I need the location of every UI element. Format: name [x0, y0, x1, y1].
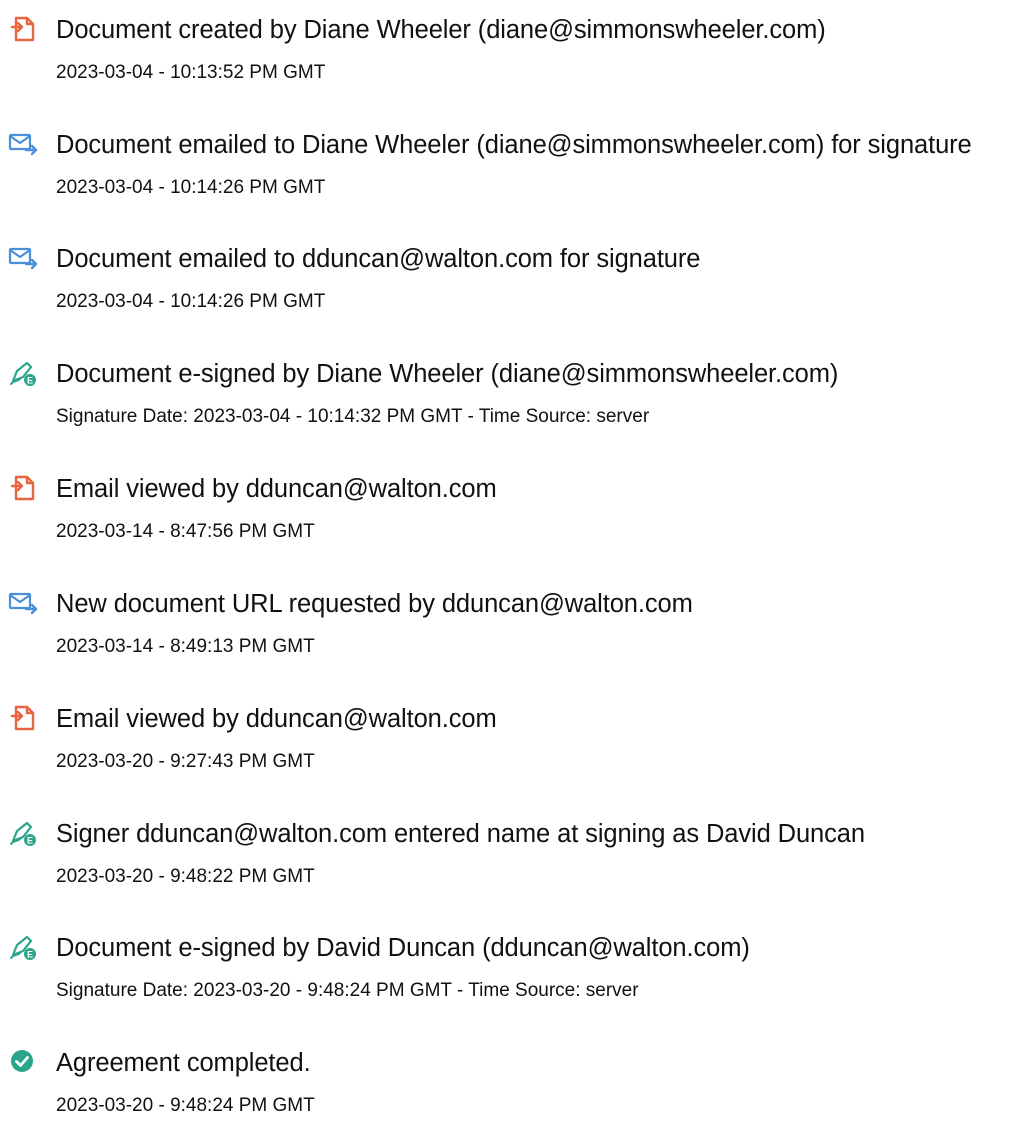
event-title: New document URL requested by dduncan@wa…	[56, 590, 693, 618]
history-event: E Document e-signed by David Duncan (ddu…	[0, 924, 1025, 1024]
history-event: E Signer dduncan@walton.com entered name…	[0, 810, 1025, 910]
event-title: Document emailed to Diane Wheeler (diane…	[56, 131, 972, 159]
history-event: New document URL requested by dduncan@wa…	[0, 580, 1025, 680]
event-signature-date: Signature Date: 2023-03-04 - 10:14:32 PM…	[56, 406, 650, 427]
e-sign-icon: E	[8, 933, 38, 961]
svg-text:E: E	[27, 836, 33, 846]
email-forward-icon	[8, 244, 38, 272]
event-title: Document e-signed by Diane Wheeler (dian…	[56, 360, 839, 388]
event-title: Email viewed by dduncan@walton.com	[56, 475, 497, 503]
event-title: Document e-signed by David Duncan (ddunc…	[56, 934, 750, 962]
history-event: Document emailed to Diane Wheeler (diane…	[0, 121, 1025, 221]
event-title: Document created by Diane Wheeler (diane…	[56, 16, 826, 44]
event-timestamp: 2023-03-04 - 10:14:26 PM GMT	[56, 291, 326, 312]
history-event: Agreement completed. 2023-03-20 - 9:48:2…	[0, 1039, 1025, 1139]
history-event: Document emailed to dduncan@walton.com f…	[0, 235, 1025, 335]
document-icon	[8, 474, 38, 502]
event-title: Document emailed to dduncan@walton.com f…	[56, 245, 701, 273]
email-forward-icon	[8, 130, 38, 158]
email-forward-icon	[8, 589, 38, 617]
document-icon	[8, 15, 38, 43]
event-signature-date: Signature Date: 2023-03-20 - 9:48:24 PM …	[56, 980, 639, 1001]
history-event: Document created by Diane Wheeler (diane…	[0, 6, 1025, 106]
history-event: Email viewed by dduncan@walton.com 2023-…	[0, 465, 1025, 565]
e-sign-icon: E	[8, 359, 38, 387]
svg-text:E: E	[27, 376, 33, 386]
event-timestamp: 2023-03-14 - 8:47:56 PM GMT	[56, 521, 315, 542]
history-event: Email viewed by dduncan@walton.com 2023-…	[0, 695, 1025, 795]
event-timestamp: 2023-03-20 - 9:48:22 PM GMT	[56, 866, 315, 887]
event-title: Email viewed by dduncan@walton.com	[56, 705, 497, 733]
event-timestamp: 2023-03-14 - 8:49:13 PM GMT	[56, 636, 315, 657]
e-sign-icon: E	[8, 819, 38, 847]
history-event: E Document e-signed by Diane Wheeler (di…	[0, 350, 1025, 450]
event-title: Signer dduncan@walton.com entered name a…	[56, 820, 865, 848]
svg-text:E: E	[27, 950, 33, 960]
event-timestamp: 2023-03-04 - 10:14:26 PM GMT	[56, 177, 326, 198]
check-circle-icon	[8, 1048, 38, 1076]
event-title: Agreement completed.	[56, 1049, 311, 1077]
document-icon	[8, 704, 38, 732]
event-timestamp: 2023-03-20 - 9:27:43 PM GMT	[56, 751, 315, 772]
event-timestamp: 2023-03-04 - 10:13:52 PM GMT	[56, 62, 326, 83]
event-timestamp: 2023-03-20 - 9:48:24 PM GMT	[56, 1095, 315, 1116]
